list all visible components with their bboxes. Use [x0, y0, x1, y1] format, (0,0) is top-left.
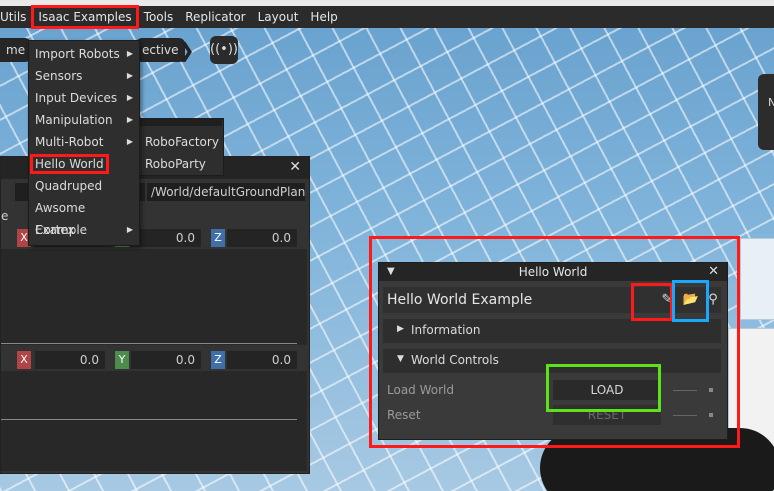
viewport-object [740, 238, 774, 320]
highlight-folder-box [672, 280, 709, 322]
partial-label: e [1, 209, 9, 223]
chevron-right-icon: ▶ [126, 49, 133, 58]
hello-world-submenu: RoboFactory RoboParty [138, 118, 224, 176]
chevron-right-icon: ▶ [126, 71, 133, 80]
menu-utils[interactable]: Utils [0, 6, 32, 28]
menu-item-import-robots[interactable]: Import Robots ▶ [29, 43, 139, 65]
extension-title: Hello World Example [387, 292, 533, 308]
chevron-right-icon: ▶ [126, 137, 133, 146]
highlight-edit-box [631, 283, 673, 321]
chevron-right-icon: ▶ [126, 93, 133, 102]
menu-item-hello-world[interactable]: Hello World [29, 153, 139, 175]
submenu-item-roboparty[interactable]: RoboParty [145, 157, 206, 171]
status-indicator [709, 388, 713, 392]
menu-item-label: Multi-Robot [35, 135, 104, 149]
menu-item-label: Sensors [35, 69, 83, 83]
y-value-field[interactable]: 0.0 [131, 229, 201, 247]
collapse-triangle-icon: ▼ [397, 354, 404, 364]
menu-isaac-examples[interactable]: Isaac Examples [31, 5, 139, 29]
section-title: World Controls [411, 353, 499, 367]
menu-item-cortex[interactable]: Cortex ▶ [29, 219, 139, 241]
isaac-examples-dropdown: Import Robots ▶ Sensors ▶ Input Devices ▶ M… [28, 40, 140, 246]
menu-item-multi-robot[interactable]: Multi-Robot ▶ [29, 131, 139, 153]
status-indicator [709, 413, 713, 417]
menu-item-label: Quadruped [35, 179, 103, 193]
divider [1, 343, 297, 344]
side-panel-tab[interactable]: N [758, 74, 774, 150]
y-value-field[interactable]: 0.0 [131, 351, 201, 369]
chevron-right-icon: ▶ [126, 115, 133, 124]
reset-label: Reset [387, 408, 421, 422]
highlight-load-box [546, 364, 661, 412]
x-axis-label: X [17, 351, 31, 369]
collapse-triangle-icon[interactable]: ▼ [387, 263, 395, 281]
x-value-field[interactable]: 0.0 [35, 351, 105, 369]
load-world-label: Load World [387, 383, 454, 397]
z-value-field[interactable]: 0.0 [227, 351, 297, 369]
menu-item-manipulation[interactable]: Manipulation ▶ [29, 109, 139, 131]
hello-world-titlebar[interactable]: ▼ Hello World ✕ [379, 263, 727, 281]
menu-item-awsome-example[interactable]: Awsome Example [29, 197, 139, 237]
menu-item-label: Hello World [30, 154, 109, 174]
property-area [1, 371, 307, 471]
side-tab-label: N [768, 96, 774, 109]
menu-item-label: Input Devices [35, 91, 118, 105]
menu-item-input-devices[interactable]: Input Devices ▶ [29, 87, 139, 109]
section-title: Information [411, 323, 481, 337]
close-icon[interactable]: ✕ [289, 159, 301, 175]
menu-item-quadruped[interactable]: Quadruped [29, 175, 139, 197]
menu-tools[interactable]: Tools [138, 6, 180, 28]
menu-item-label: Import Robots [35, 47, 120, 61]
toolbar-camera-pill[interactable]: me [0, 38, 32, 62]
menu-bar: Utils Isaac Examples Tools Replicator La… [0, 5, 774, 29]
chevron-right-icon: ▶ [126, 225, 133, 234]
menu-item-sensors[interactable]: Sensors ▶ [29, 65, 139, 87]
z-value-field[interactable]: 0.0 [227, 229, 297, 247]
broadcast-icon[interactable]: ((•)) [210, 36, 238, 64]
z-axis-label: Z [211, 229, 225, 247]
window-title: Hello World [518, 265, 588, 279]
submenu-header-strip [138, 118, 222, 126]
divider [1, 419, 297, 420]
section-information[interactable]: ▶ Information [383, 319, 721, 343]
property-area [1, 249, 307, 345]
chevron-right-icon[interactable]: ❯ [178, 38, 195, 62]
menu-help[interactable]: Help [304, 6, 343, 28]
status-line [673, 415, 697, 416]
menu-replicator[interactable]: Replicator [179, 6, 251, 28]
y-axis-label: Y [115, 351, 129, 369]
menu-layout[interactable]: Layout [252, 6, 305, 28]
prim-path-field[interactable]: /World/defaultGroundPlane [147, 183, 305, 201]
menu-item-label: Manipulation [35, 113, 113, 127]
status-line [673, 390, 697, 391]
z-axis-label: Z [211, 351, 225, 369]
menu-item-label: Cortex [35, 223, 75, 237]
submenu-item-robofactory[interactable]: RoboFactory [145, 135, 219, 149]
close-icon[interactable]: ✕ [708, 263, 719, 281]
expand-triangle-icon: ▶ [397, 324, 404, 334]
